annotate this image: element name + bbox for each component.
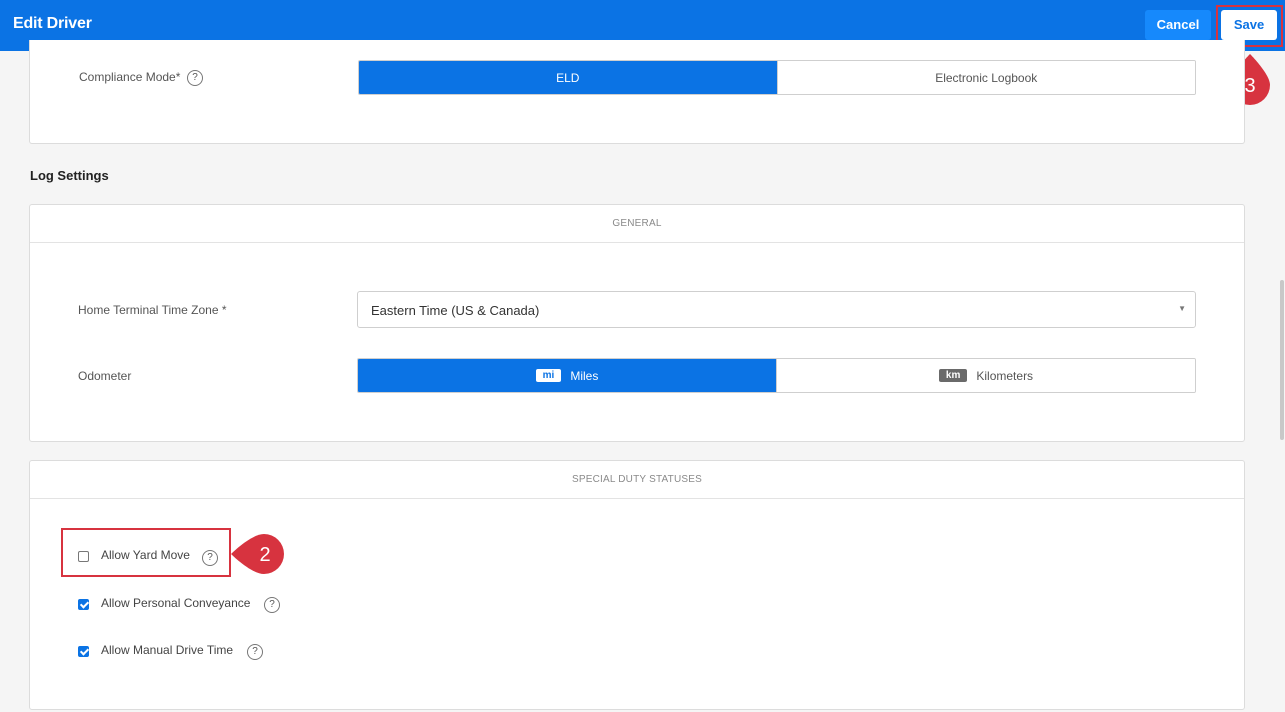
page-scrollbar[interactable] (1280, 280, 1284, 440)
compliance-mode-label: Compliance Mode* (79, 70, 181, 84)
step-3-number: 3 (1244, 75, 1255, 97)
yard-move-highlight-box (61, 528, 231, 577)
step-2-number: 2 (259, 544, 270, 566)
odometer-option-miles[interactable]: mi Miles (358, 359, 776, 392)
compliance-mode-toggle: ELD Electronic Logbook (358, 60, 1196, 95)
allow-manual-drive-time-label: Allow Manual Drive Time (101, 643, 234, 657)
special-duty-heading: SPECIAL DUTY STATUSES (30, 461, 1244, 499)
timezone-value: Eastern Time (US & Canada) (371, 303, 540, 318)
allow-manual-drive-time-checkbox[interactable] (78, 646, 89, 657)
manual-drive-time-help-icon[interactable]: ? (247, 644, 263, 660)
step-2-marker: 2 (231, 534, 284, 574)
miles-label: Miles (570, 368, 599, 383)
compliance-help-icon[interactable]: ? (187, 70, 203, 86)
allow-personal-conveyance-checkbox[interactable] (78, 599, 89, 610)
km-abbr-badge: km (938, 369, 968, 382)
kilometers-label: Kilometers (976, 368, 1034, 383)
general-heading: GENERAL (30, 205, 1244, 243)
odometer-label: Odometer (78, 369, 132, 383)
page-title: Edit Driver (13, 15, 92, 32)
personal-conveyance-help-icon[interactable]: ? (264, 597, 280, 613)
odometer-toggle: mi Miles km Kilometers (357, 358, 1196, 393)
compliance-option-eld[interactable]: ELD (359, 61, 777, 94)
chevron-down-icon: ▼ (1178, 304, 1186, 313)
timezone-select[interactable]: Eastern Time (US & Canada) ▼ (357, 291, 1196, 328)
timezone-label: Home Terminal Time Zone * (78, 303, 227, 317)
compliance-option-electronic-logbook[interactable]: Electronic Logbook (776, 61, 1195, 94)
odometer-option-kilometers[interactable]: km Kilometers (776, 359, 1195, 392)
allow-personal-conveyance-label: Allow Personal Conveyance (101, 596, 251, 610)
special-duty-card: SPECIAL DUTY STATUSES (29, 460, 1245, 710)
log-settings-title: Log Settings (30, 168, 109, 183)
miles-abbr-badge: mi (535, 369, 562, 382)
cancel-button[interactable]: Cancel (1145, 10, 1211, 40)
